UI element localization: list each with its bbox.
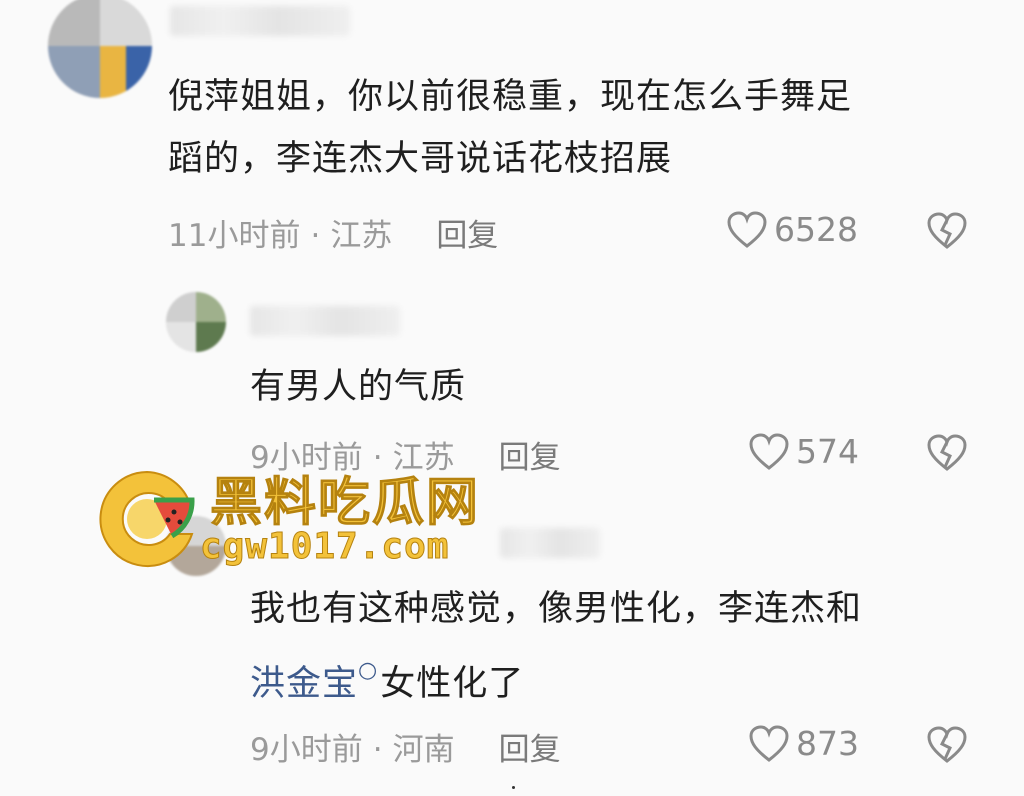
comment-meta: 9小时前 · 河南 回复 [250, 724, 561, 769]
username-blurred[interactable] [500, 528, 600, 558]
like-button[interactable]: 574 [748, 432, 859, 471]
location: 河南 [392, 732, 455, 768]
watermark: 黑料吃瓜网 cgw1017.com [92, 460, 512, 580]
comment-text: 有男人的气质 [250, 367, 467, 407]
search-link[interactable]: 洪金宝○ [250, 658, 380, 704]
username-blurred[interactable] [250, 306, 400, 336]
reply-button[interactable]: 回复 [499, 732, 561, 768]
like-count: 574 [796, 432, 859, 471]
like-button[interactable]: 873 [748, 724, 859, 763]
broken-heart-icon[interactable] [926, 434, 968, 472]
bottom-dot [512, 786, 515, 789]
location: 江苏 [330, 218, 393, 254]
separator-dot: · [310, 218, 321, 254]
username-blurred[interactable] [170, 6, 350, 36]
comment-text: 倪萍姐姐，你以前很稳重，现在怎么手舞足 蹈的，李连杰大哥说话花枝招展 [168, 77, 853, 179]
like-button[interactable]: 6528 [726, 210, 858, 249]
broken-heart-icon[interactable] [926, 212, 968, 250]
comment-text: 我也有这种感觉，像男性化，李连杰和 洪金宝○女性化了 [250, 589, 863, 704]
watermelon-logo-icon [99, 470, 195, 567]
heart-icon [749, 724, 789, 762]
heart-icon [727, 210, 767, 248]
like-count: 873 [796, 724, 859, 763]
watermark-title: 黑料吃瓜网 [209, 473, 481, 534]
avatar[interactable] [48, 0, 152, 98]
search-icon: ○ [358, 658, 379, 683]
timestamp: 9小时前 [250, 732, 363, 768]
reply-button[interactable]: 回复 [436, 218, 498, 254]
watermark-url: cgw1017.com [199, 526, 450, 568]
timestamp: 11小时前 [168, 218, 301, 254]
separator-dot: · [372, 732, 383, 768]
like-count: 6528 [774, 210, 858, 249]
comment-meta: 11小时前 · 江苏 回复 [168, 210, 498, 255]
avatar[interactable] [166, 292, 226, 352]
heart-icon [749, 432, 789, 470]
broken-heart-icon[interactable] [926, 726, 968, 764]
